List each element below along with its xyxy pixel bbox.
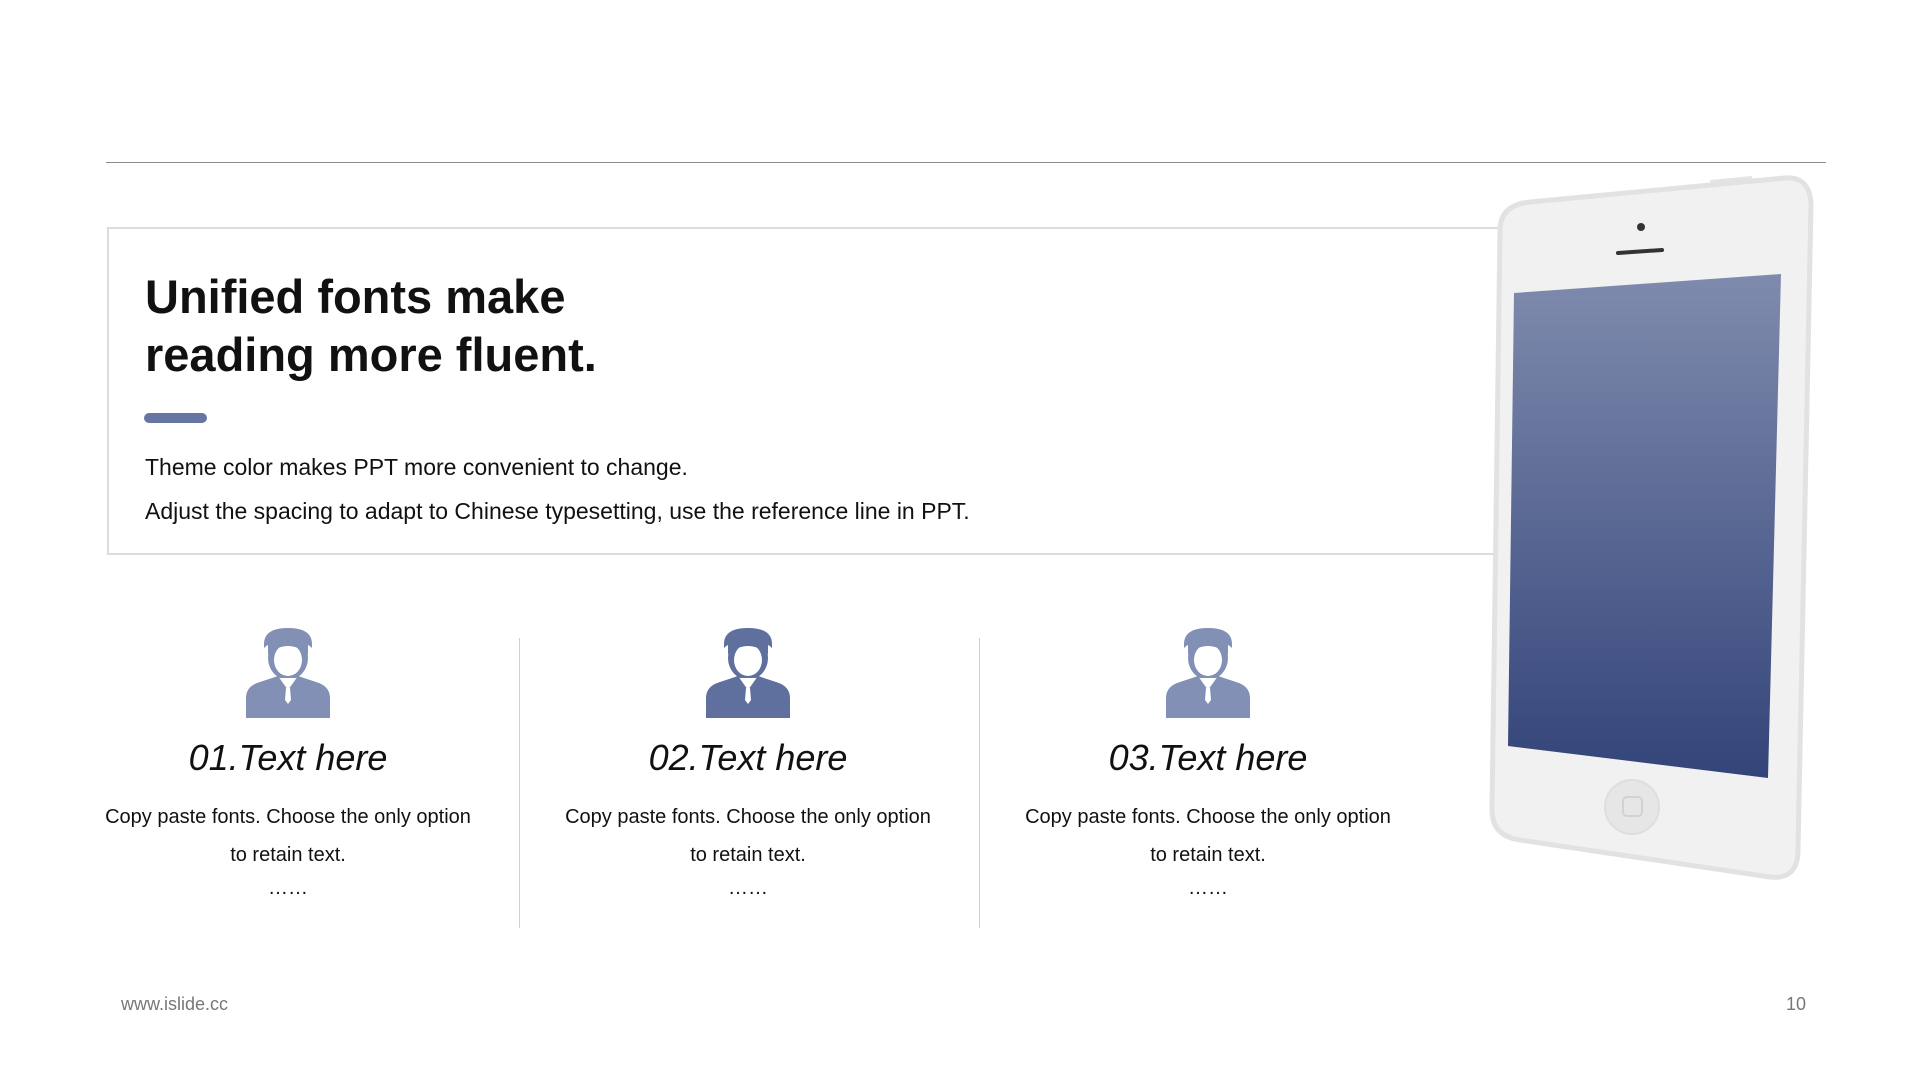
footer-url[interactable]: www.islide.cc xyxy=(121,994,228,1015)
column-title: 02.Text here xyxy=(648,737,848,778)
page-number: 10 xyxy=(1786,994,1807,1014)
hero-title-line2: reading more fluent. xyxy=(145,328,597,381)
column-description: Copy paste fonts. Choose the only option… xyxy=(105,806,471,866)
hero-text: Theme color makes PPT more convenient to… xyxy=(145,445,1245,533)
column-ellipsis: …… xyxy=(1188,877,1228,899)
person-icon xyxy=(246,628,330,718)
person-icon xyxy=(706,628,790,718)
column-divider xyxy=(519,638,520,928)
column-title: 01.Text here xyxy=(188,737,388,778)
hero-title-line1: Unified fonts make xyxy=(145,270,566,323)
hero-text-line1: Theme color makes PPT more convenient to… xyxy=(145,454,688,480)
hero-title: Unified fonts make reading more fluent. xyxy=(145,268,845,384)
feature-column-1: 01.Text here Copy paste fonts. Choose th… xyxy=(88,628,488,938)
column-description: Copy paste fonts. Choose the only option… xyxy=(565,806,931,866)
phone-mockup-icon xyxy=(1489,175,1814,880)
column-title: 03.Text here xyxy=(1108,737,1308,778)
hero-text-line2: Adjust the spacing to adapt to Chinese t… xyxy=(145,498,970,524)
feature-column-3: 03.Text here Copy paste fonts. Choose th… xyxy=(1008,628,1408,938)
column-divider xyxy=(979,638,980,928)
person-icon xyxy=(1166,628,1250,718)
accent-bar xyxy=(144,413,207,423)
column-description: Copy paste fonts. Choose the only option… xyxy=(1025,806,1391,866)
feature-column-2: 02.Text here Copy paste fonts. Choose th… xyxy=(548,628,948,938)
column-ellipsis: …… xyxy=(728,877,768,899)
column-ellipsis: …… xyxy=(268,877,308,899)
